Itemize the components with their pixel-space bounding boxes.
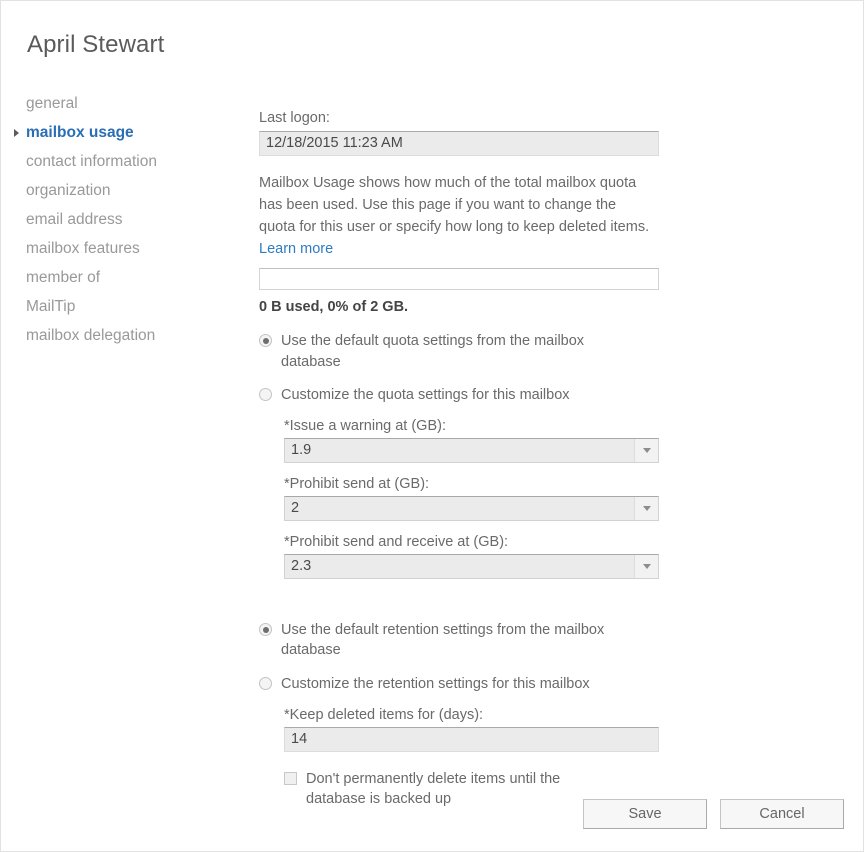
footer-actions: Save Cancel bbox=[583, 799, 844, 829]
sidebar-item-contact-information[interactable]: contact information bbox=[13, 147, 233, 176]
prohibit-send-value: 2 bbox=[285, 497, 658, 520]
sidebar-item-label: general bbox=[26, 96, 78, 112]
triangle-right-icon bbox=[14, 129, 19, 137]
radio-default-retention-indicator bbox=[259, 623, 272, 636]
sidebar-item-general[interactable]: general bbox=[13, 89, 233, 118]
sidebar-item-label: mailbox features bbox=[26, 241, 140, 257]
main-content: Last logon: 12/18/2015 11:23 AM Mailbox … bbox=[259, 109, 659, 810]
prohibit-send-receive-select[interactable]: 2.3 bbox=[284, 554, 659, 579]
radio-default-quota-indicator bbox=[259, 334, 272, 347]
sidebar-item-label: contact information bbox=[26, 154, 157, 170]
sidebar-item-member-of[interactable]: member of bbox=[13, 263, 233, 292]
sidebar-item-label: organization bbox=[26, 183, 110, 199]
issue-warning-value: 1.9 bbox=[285, 439, 658, 462]
radio-custom-retention-indicator bbox=[259, 677, 272, 690]
radio-default-quota[interactable]: Use the default quota settings from the … bbox=[259, 331, 659, 372]
radio-custom-quota-label: Customize the quota settings for this ma… bbox=[281, 385, 570, 405]
save-button[interactable]: Save bbox=[583, 799, 707, 829]
usage-summary-text: 0 B used, 0% of 2 GB. bbox=[259, 299, 659, 315]
keep-deleted-items-input[interactable]: 14 bbox=[284, 727, 659, 752]
chevron-down-icon[interactable] bbox=[634, 555, 658, 578]
issue-warning-select[interactable]: 1.9 bbox=[284, 438, 659, 463]
sidebar-item-label: email address bbox=[26, 212, 123, 228]
sidebar-item-mailbox-features[interactable]: mailbox features bbox=[13, 234, 233, 263]
radio-default-quota-label: Use the default quota settings from the … bbox=[281, 331, 611, 372]
radio-custom-retention[interactable]: Customize the retention settings for thi… bbox=[259, 674, 659, 694]
prohibit-send-receive-label: *Prohibit send and receive at (GB): bbox=[284, 534, 659, 550]
keep-deleted-items-group: *Keep deleted items for (days): 14 bbox=[284, 707, 659, 752]
sidebar-item-label: MailTip bbox=[26, 299, 75, 315]
cancel-button[interactable]: Cancel bbox=[720, 799, 844, 829]
sidebar-item-label: member of bbox=[26, 270, 100, 286]
checkbox-backup-before-delete-label: Don't permanently delete items until the… bbox=[306, 769, 606, 810]
last-logon-label: Last logon: bbox=[259, 109, 659, 127]
issue-warning-group: *Issue a warning at (GB): 1.9 bbox=[284, 418, 659, 463]
sidebar-item-mailbox-usage[interactable]: mailbox usage bbox=[13, 118, 233, 147]
description-text: Mailbox Usage shows how much of the tota… bbox=[259, 172, 651, 260]
description-body: Mailbox Usage shows how much of the tota… bbox=[259, 175, 649, 235]
radio-custom-quota[interactable]: Customize the quota settings for this ma… bbox=[259, 385, 659, 405]
page-title: April Stewart bbox=[27, 31, 164, 59]
learn-more-link[interactable]: Learn more bbox=[259, 241, 333, 257]
prohibit-send-receive-group: *Prohibit send and receive at (GB): 2.3 bbox=[284, 534, 659, 579]
sidebar-item-organization[interactable]: organization bbox=[13, 176, 233, 205]
last-logon-field: 12/18/2015 11:23 AM bbox=[259, 131, 659, 156]
radio-custom-retention-label: Customize the retention settings for thi… bbox=[281, 674, 590, 694]
section-spacer bbox=[259, 579, 659, 607]
sidebar-item-mailbox-delegation[interactable]: mailbox delegation bbox=[13, 321, 233, 350]
radio-default-retention[interactable]: Use the default retention settings from … bbox=[259, 620, 659, 661]
chevron-down-icon[interactable] bbox=[634, 497, 658, 520]
prohibit-send-select[interactable]: 2 bbox=[284, 496, 659, 521]
sidebar-item-label: mailbox delegation bbox=[26, 328, 155, 344]
checkbox-backup-before-delete-indicator bbox=[284, 772, 297, 785]
radio-custom-quota-indicator bbox=[259, 388, 272, 401]
sidebar-item-label: mailbox usage bbox=[26, 125, 134, 141]
chevron-down-icon[interactable] bbox=[634, 439, 658, 462]
prohibit-send-group: *Prohibit send at (GB): 2 bbox=[284, 476, 659, 521]
quota-progress-bar bbox=[259, 268, 659, 290]
prohibit-send-label: *Prohibit send at (GB): bbox=[284, 476, 659, 492]
prohibit-send-receive-value: 2.3 bbox=[285, 555, 658, 578]
sidebar-item-email-address[interactable]: email address bbox=[13, 205, 233, 234]
keep-deleted-items-label: *Keep deleted items for (days): bbox=[284, 707, 659, 723]
issue-warning-label: *Issue a warning at (GB): bbox=[284, 418, 659, 434]
sidebar-item-mailtip[interactable]: MailTip bbox=[13, 292, 233, 321]
sidebar-nav: general mailbox usage contact informatio… bbox=[13, 89, 233, 350]
radio-default-retention-label: Use the default retention settings from … bbox=[281, 620, 611, 661]
mailbox-usage-page: April Stewart general mailbox usage cont… bbox=[0, 0, 864, 852]
